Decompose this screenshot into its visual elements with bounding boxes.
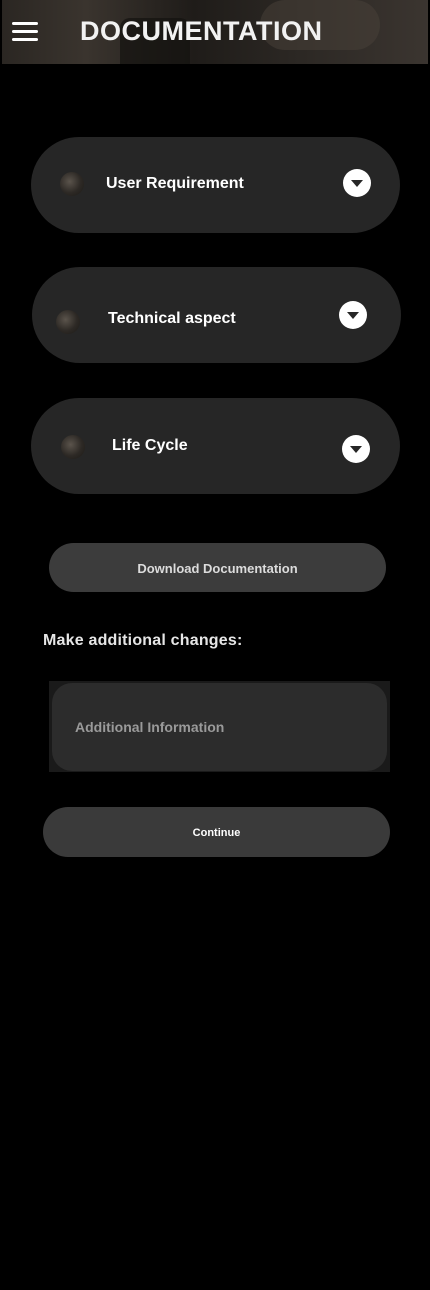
chevron-down-icon[interactable]	[343, 169, 371, 197]
section-thumbnail-icon	[61, 435, 85, 459]
section-thumbnail-icon	[56, 310, 80, 334]
menu-bar-middle	[12, 30, 38, 33]
hamburger-menu-icon[interactable]	[12, 20, 38, 44]
chevron-down-icon[interactable]	[342, 435, 370, 463]
accordion-label: User Requirement	[106, 175, 244, 192]
menu-bar-top	[12, 22, 38, 25]
additional-information-input[interactable]	[52, 683, 387, 771]
page-title: DOCUMENTATION	[80, 16, 323, 46]
chevron-down-icon[interactable]	[339, 301, 367, 329]
app-header: DOCUMENTATION	[0, 0, 430, 64]
additional-information-container	[49, 681, 390, 772]
accordion-label: Life Cycle	[112, 437, 188, 454]
additional-changes-label: Make additional changes:	[43, 632, 243, 649]
accordion-label: Technical aspect	[108, 310, 236, 327]
header-edge-left	[0, 0, 2, 64]
accordion-life-cycle[interactable]: Life Cycle	[31, 398, 400, 494]
menu-bar-bottom	[12, 38, 38, 41]
accordion-user-requirement[interactable]: User Requirement	[31, 137, 400, 233]
accordion-technical-aspect[interactable]: Technical aspect	[32, 267, 401, 363]
download-documentation-button[interactable]: Download Documentation	[49, 543, 386, 592]
section-thumbnail-icon	[60, 172, 84, 196]
continue-button[interactable]: Continue	[43, 807, 390, 857]
